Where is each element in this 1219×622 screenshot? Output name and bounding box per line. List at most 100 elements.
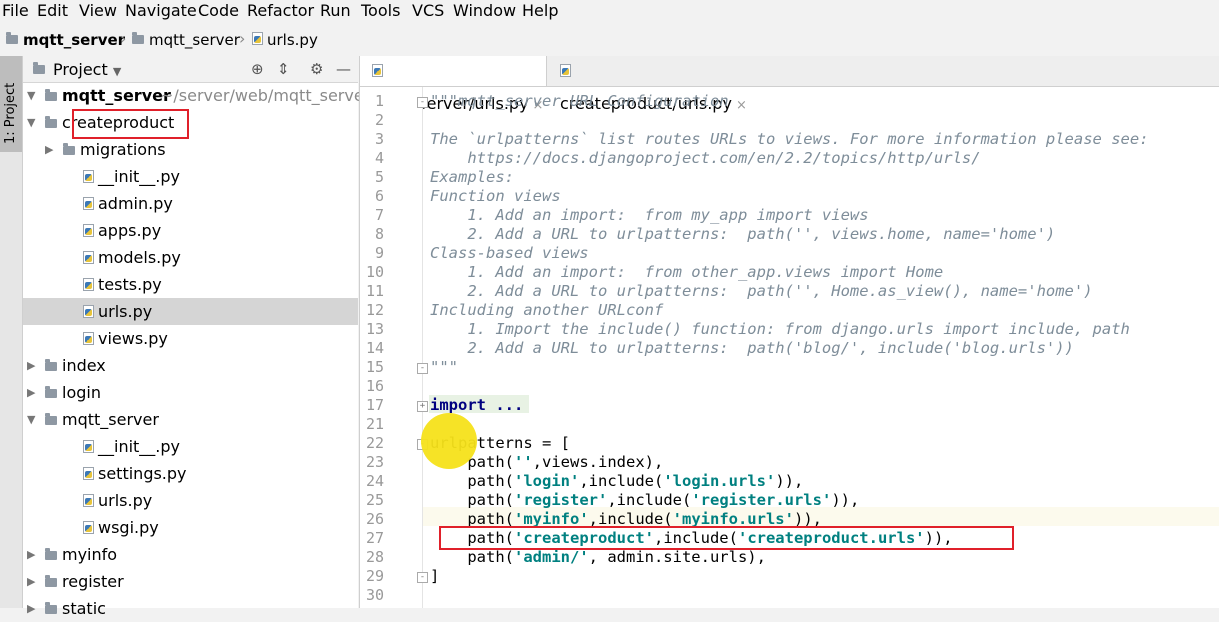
project-view-icon [33, 62, 45, 74]
folder-icon [132, 32, 144, 44]
code-line: path('login',include('login.urls')), [430, 472, 803, 491]
line-number: 12 [365, 301, 384, 319]
menu-file[interactable]: File [2, 1, 29, 21]
chevron-down-icon[interactable]: ▼ [27, 406, 35, 433]
line-number: 26 [365, 510, 384, 528]
breadcrumb-project[interactable]: mqtt_server [6, 31, 125, 49]
code-token: 'register' [514, 491, 608, 509]
tree-item-label: views.py [98, 329, 168, 348]
tree-item[interactable]: wsgi.py [23, 514, 358, 541]
python-file-icon [83, 521, 94, 534]
breadcrumb-file[interactable]: urls.py [252, 31, 318, 49]
line-number: 29 [365, 567, 384, 585]
line-number: 5 [374, 168, 384, 186]
collapse-all-icon[interactable]: ⇕ [277, 60, 290, 78]
tree-item[interactable]: urls.py [23, 298, 358, 325]
menu-refactor[interactable]: Refactor [247, 1, 314, 21]
tree-root[interactable]: ▼ mqtt_server ~/server/web/mqtt_server [23, 82, 370, 109]
fold-marker-icon[interactable]: - [417, 572, 428, 583]
tree-item-label: settings.py [98, 464, 187, 483]
code-line: The `urlpatterns` list routes URLs to vi… [430, 130, 1149, 148]
tree-item[interactable]: settings.py [23, 460, 358, 487]
tree-item[interactable]: ▶ index [23, 352, 358, 379]
menu-help[interactable]: Help [522, 1, 558, 21]
chevron-right-icon[interactable]: ▶ [27, 568, 35, 595]
fold-marker-icon[interactable]: + [417, 401, 428, 412]
code-token: 'login' [514, 472, 580, 490]
line-number: 22 [365, 434, 384, 452]
code-token: ,include( [579, 472, 664, 490]
project-view-selector[interactable]: Project ▼ [53, 60, 121, 79]
line-number: 9 [374, 244, 384, 262]
tree-item[interactable]: ▶ login [23, 379, 358, 406]
menu-bar: File Edit View Navigate Code Refactor Run Tools… [0, 0, 1219, 22]
code-line: 2. Add a URL to urlpatterns: path('', Ho… [430, 282, 1093, 300]
tree-item[interactable]: views.py [23, 325, 358, 352]
tree-item-label: mqtt_server [62, 410, 159, 429]
tab-createproduct-urls[interactable]: createproduct/urls.py × [548, 56, 748, 113]
code-line: path('register',include('register.urls')… [430, 491, 859, 510]
line-number: 7 [374, 206, 384, 224]
tree-item[interactable]: ▶ myinfo [23, 541, 358, 568]
tree-item[interactable]: admin.py [23, 190, 358, 217]
code-line: path('admin/', admin.site.urls), [430, 548, 766, 567]
gear-icon[interactable]: ⚙ [310, 60, 323, 78]
tree-item[interactable]: urls.py [23, 487, 358, 514]
python-file-icon [372, 64, 383, 77]
tree-item[interactable]: __init__.py [23, 163, 358, 190]
line-number: 27 [365, 529, 384, 547]
tree-item-label: __init__.py [98, 167, 181, 186]
project-tool-tab[interactable]: 1: Project [0, 56, 22, 152]
fold-marker-icon[interactable]: - [417, 363, 428, 374]
chevron-right-icon[interactable]: ▶ [27, 595, 35, 622]
chevron-right-icon[interactable]: ▶ [27, 541, 35, 568]
tree-item[interactable]: apps.py [23, 217, 358, 244]
code-token: '' [514, 453, 533, 471]
folder-icon [45, 359, 57, 371]
folder-icon [45, 548, 57, 560]
tree-item-label: login [62, 383, 101, 402]
fold-marker-icon[interactable]: - [417, 97, 428, 108]
minimize-icon[interactable]: — [336, 60, 351, 78]
code-line: 2. Add a URL to urlpatterns: path('', vi… [430, 225, 1056, 243]
line-number: 2 [374, 111, 384, 129]
tree-item-label: admin.py [98, 194, 173, 213]
chevron-down-icon: ▼ [112, 65, 122, 78]
code-token: ] [430, 567, 440, 585]
line-number: 28 [365, 548, 384, 566]
chevron-right-icon[interactable]: ▶ [45, 136, 53, 163]
chevron-right-icon: › [239, 29, 246, 48]
menu-edit[interactable]: Edit [37, 1, 68, 21]
code-line: Including another URLconf [430, 301, 664, 319]
tab-mqtt-server-urls[interactable]: mqtt_server/urls.py × [360, 56, 547, 113]
breadcrumb: mqtt_server › mqtt_server › urls.py [0, 28, 1219, 52]
tree-item[interactable]: ▶ migrations [23, 136, 358, 163]
tree-item[interactable]: __init__.py [23, 433, 358, 460]
tree-item-label: __init__.py [98, 437, 181, 456]
tree-item[interactable]: tests.py [23, 271, 358, 298]
chevron-right-icon[interactable]: ▶ [27, 379, 35, 406]
chevron-down-icon[interactable]: ▼ [27, 109, 35, 136]
menu-navigate[interactable]: Navigate [125, 1, 197, 21]
tree-item-label: urls.py [98, 302, 153, 321]
menu-run[interactable]: Run [320, 1, 351, 21]
line-number: 16 [365, 377, 384, 395]
folder-icon [45, 575, 57, 587]
highlight-box-createproduct-path [439, 526, 1014, 550]
tree-item[interactable]: ▶ register [23, 568, 358, 595]
code-token: path( [430, 472, 514, 490]
breadcrumb-folder[interactable]: mqtt_server [132, 31, 240, 49]
folder-icon [45, 89, 57, 101]
locate-icon[interactable]: ⊕ [251, 60, 264, 78]
menu-vcs[interactable]: VCS [412, 1, 444, 21]
tree-item[interactable]: models.py [23, 244, 358, 271]
menu-tools[interactable]: Tools [361, 1, 400, 21]
close-icon[interactable]: × [736, 98, 747, 113]
chevron-right-icon[interactable]: ▶ [27, 352, 35, 379]
tree-item[interactable]: ▶ static [23, 595, 358, 622]
menu-view[interactable]: View [79, 1, 117, 21]
menu-window[interactable]: Window [453, 1, 516, 21]
tree-item[interactable]: ▼ mqtt_server [23, 406, 358, 433]
menu-code[interactable]: Code [198, 1, 239, 21]
code-token: 'login.urls' [663, 472, 776, 490]
